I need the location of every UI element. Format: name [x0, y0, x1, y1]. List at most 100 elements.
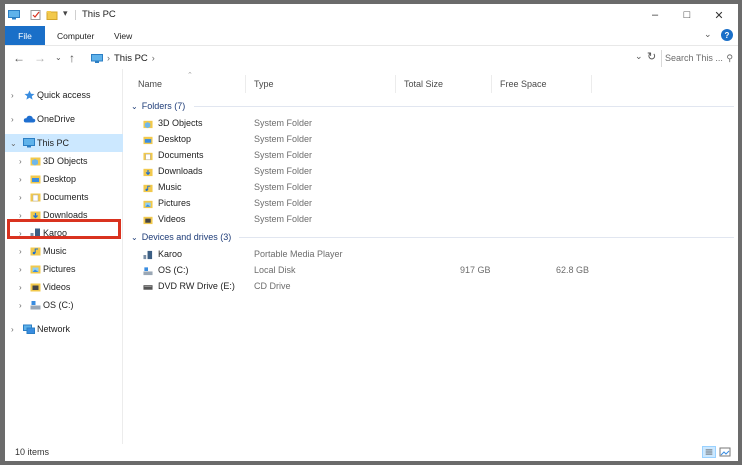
column-header-name[interactable]: Name — [138, 79, 162, 89]
videos-folder-icon — [143, 216, 153, 225]
address-row: ← → ⌄ ↑ › This PC › ⌄ ↻ Search This ... … — [5, 45, 738, 69]
column-divider[interactable] — [591, 75, 592, 93]
nav-item-music[interactable]: › Music — [5, 242, 123, 260]
nav-item-desktop[interactable]: › Desktop — [5, 170, 123, 188]
forward-arrow-icon[interactable]: → — [34, 51, 46, 65]
item-name: Pictures — [158, 198, 191, 208]
chevron-right-icon[interactable]: › — [19, 301, 22, 310]
list-item[interactable]: Desktop System Folder — [124, 132, 724, 148]
list-item[interactable]: Documents System Folder — [124, 148, 724, 164]
item-type: System Folder — [254, 134, 313, 144]
up-arrow-icon[interactable]: ↑ — [69, 51, 75, 65]
chevron-right-icon[interactable]: › — [11, 115, 14, 124]
group-divider — [194, 106, 734, 107]
nav-item-pictures[interactable]: › Pictures — [5, 260, 123, 278]
chevron-right-icon[interactable]: › — [19, 265, 22, 274]
group-title: Folders (7) — [141, 101, 186, 111]
chevron-right-icon[interactable]: › — [19, 157, 22, 166]
chevron-right-icon[interactable]: › — [11, 91, 14, 100]
item-name: 3D Objects — [158, 118, 203, 128]
star-icon — [24, 90, 35, 100]
column-divider[interactable] — [491, 75, 492, 93]
nav-item-network[interactable]: › Network — [5, 320, 123, 338]
list-item[interactable]: OS (C:) Local Disk 917 GB 62.8 GB — [124, 263, 724, 279]
tab-view[interactable]: View — [114, 26, 132, 45]
nav-item-videos[interactable]: › Videos — [5, 278, 123, 296]
group-header-devices[interactable]: ⌄ Devices and drives (3) — [131, 230, 231, 244]
list-item[interactable]: Pictures System Folder — [124, 196, 724, 212]
column-header-total-size[interactable]: Total Size — [404, 79, 443, 89]
breadcrumb-this-pc[interactable]: This PC — [114, 53, 148, 64]
search-input[interactable]: Search This ... ⚲ — [661, 50, 735, 67]
drive-icon — [143, 267, 153, 276]
nav-item-onedrive[interactable]: › OneDrive — [5, 110, 123, 128]
list-item[interactable]: Karoo Portable Media Player — [124, 247, 724, 263]
nav-item-documents[interactable]: › Documents — [5, 188, 123, 206]
list-item[interactable]: 3D Objects System Folder — [124, 116, 724, 132]
documents-folder-icon — [30, 193, 41, 202]
back-arrow-icon[interactable]: ← — [13, 51, 25, 65]
nav-item-3d-objects[interactable]: › 3D Objects — [5, 152, 123, 170]
refresh-icon[interactable]: ↻ — [647, 50, 656, 63]
large-icons-view-icon[interactable] — [718, 446, 732, 458]
chevron-right-icon[interactable]: › — [19, 247, 22, 256]
properties-icon[interactable] — [30, 10, 42, 20]
item-name: DVD RW Drive (E:) — [158, 281, 235, 291]
crumb-chevron-icon[interactable]: › — [107, 53, 110, 63]
chevron-down-icon[interactable]: ⌄ — [131, 233, 138, 242]
quick-access-dropdown-icon[interactable]: ▾ — [63, 8, 68, 19]
maximize-button[interactable]: □ — [670, 4, 704, 26]
help-button[interactable]: ? — [721, 29, 733, 41]
recent-locations-icon[interactable]: ⌄ — [55, 53, 62, 62]
nav-item-quick-access[interactable]: › Quick access — [5, 86, 123, 104]
dvd-drive-icon — [143, 285, 153, 290]
item-name: Music — [158, 182, 182, 192]
media-player-icon — [143, 250, 153, 260]
column-header-type[interactable]: Type — [254, 79, 274, 89]
content-pane: ⌃ Name Type Total Size Free Space ⌄ Fold… — [124, 69, 738, 444]
cloud-icon — [23, 115, 36, 123]
chevron-right-icon[interactable]: › — [11, 325, 14, 334]
chevron-right-icon[interactable]: › — [19, 193, 22, 202]
expand-ribbon-icon[interactable]: ⌄ — [704, 29, 712, 40]
list-item[interactable]: Music System Folder — [124, 180, 724, 196]
group-divider — [239, 237, 734, 238]
item-type: System Folder — [254, 166, 313, 176]
list-item[interactable]: Videos System Folder — [124, 212, 724, 228]
nav-item-os-c[interactable]: › OS (C:) — [5, 296, 123, 314]
item-count: 10 items — [15, 447, 50, 457]
chevron-right-icon[interactable]: › — [19, 283, 22, 292]
column-divider[interactable] — [395, 75, 396, 93]
item-type: System Folder — [254, 118, 313, 128]
chevron-down-icon[interactable]: ⌄ — [10, 139, 17, 148]
list-item[interactable]: DVD RW Drive (E:) CD Drive — [124, 279, 724, 295]
list-item[interactable]: Downloads System Folder — [124, 164, 724, 180]
cube-folder-icon — [143, 120, 153, 129]
nav-label: Videos — [43, 282, 71, 292]
address-bar[interactable]: › This PC › — [89, 50, 659, 66]
chevron-down-icon[interactable]: ⌄ — [131, 102, 138, 111]
item-name: OS (C:) — [158, 265, 189, 275]
crumb-chevron-icon[interactable]: › — [152, 53, 155, 63]
item-type: System Folder — [254, 150, 313, 160]
pc-app-icon — [8, 10, 20, 20]
nav-label: OneDrive — [37, 114, 76, 124]
column-header-free-space[interactable]: Free Space — [500, 79, 547, 89]
close-button[interactable]: ✕ — [702, 4, 736, 26]
group-header-folders[interactable]: ⌄ Folders (7) — [131, 99, 185, 113]
pictures-folder-icon — [30, 265, 41, 274]
minimize-button[interactable]: – — [638, 4, 672, 26]
address-dropdown-icon[interactable]: ⌄ — [635, 51, 643, 62]
network-icon — [23, 324, 35, 334]
tab-computer[interactable]: Computer — [57, 26, 94, 45]
downloads-folder-icon — [143, 168, 153, 177]
window-title: This PC — [82, 9, 116, 20]
nav-label: OS (C:) — [43, 300, 74, 310]
nav-item-this-pc[interactable]: ⌄ This PC — [5, 134, 123, 152]
item-type: System Folder — [254, 214, 313, 224]
new-folder-icon[interactable] — [46, 10, 58, 20]
tab-file[interactable]: File — [5, 26, 45, 45]
column-divider[interactable] — [245, 75, 246, 93]
chevron-right-icon[interactable]: › — [19, 175, 22, 184]
details-view-icon[interactable] — [702, 446, 716, 458]
